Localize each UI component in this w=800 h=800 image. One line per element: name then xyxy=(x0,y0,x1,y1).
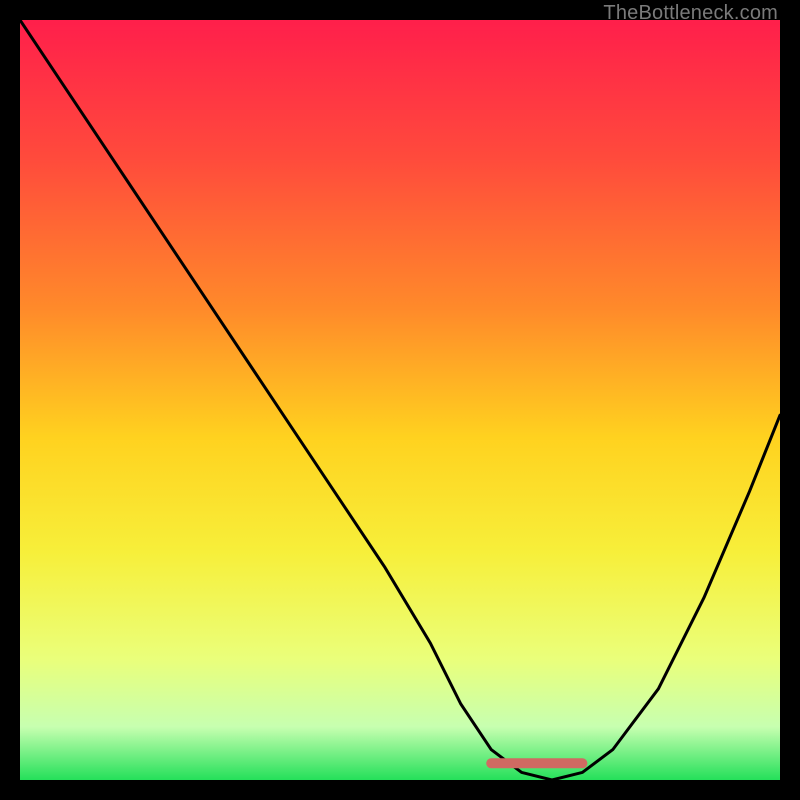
gradient-background xyxy=(20,20,780,780)
bottleneck-chart xyxy=(20,20,780,780)
chart-frame xyxy=(20,20,780,780)
